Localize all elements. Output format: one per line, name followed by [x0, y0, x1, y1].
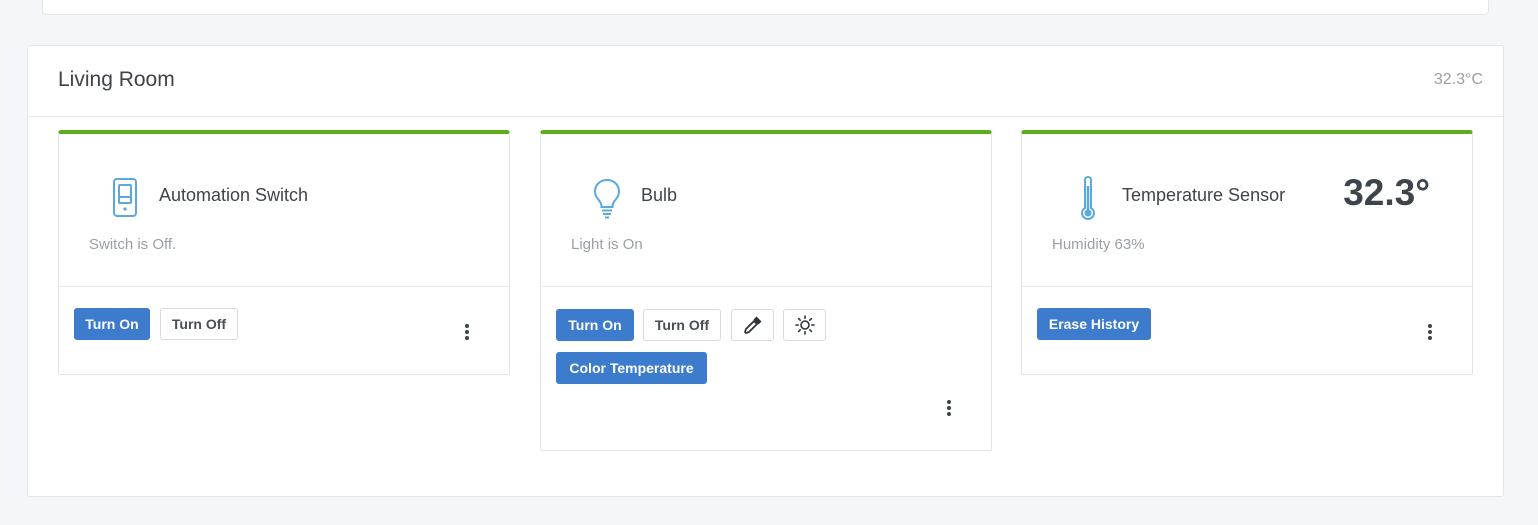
- more-options-icon[interactable]: [1422, 322, 1438, 342]
- bulb-icon: [593, 178, 621, 219]
- color-picker-button[interactable]: [731, 309, 774, 341]
- turn-on-button[interactable]: Turn On: [556, 309, 634, 341]
- device-name: Bulb: [641, 185, 678, 205]
- brightness-button[interactable]: [783, 309, 826, 341]
- more-options-icon[interactable]: [459, 322, 475, 342]
- device-card-bulb: Bulb Light is On Turn On Turn Off Color …: [540, 130, 992, 451]
- device-card-body: Bulb Light is On: [541, 134, 991, 287]
- more-options-icon[interactable]: [941, 398, 957, 418]
- room-header: Living Room 32.3°C: [28, 46, 1503, 117]
- device-card-temperature-sensor: Temperature Sensor Humidity 63% 32.3° Er…: [1021, 130, 1473, 375]
- switch-icon: [113, 178, 137, 217]
- device-status: Light is On: [571, 236, 643, 253]
- room-panel-living-room: Living Room 32.3°C Automation Switch Swi…: [27, 45, 1504, 497]
- device-card-automation-switch: Automation Switch Switch is Off. Turn On…: [58, 130, 510, 375]
- turn-off-button[interactable]: Turn Off: [643, 309, 721, 341]
- device-status: Humidity 63%: [1052, 236, 1145, 253]
- previous-room-panel: [42, 0, 1489, 15]
- device-status: Switch is Off.: [89, 236, 177, 253]
- room-title: Living Room: [58, 68, 175, 91]
- turn-on-button[interactable]: Turn On: [74, 308, 150, 340]
- temperature-reading: 32.3°: [1343, 172, 1430, 213]
- eyedropper-icon: [743, 316, 761, 334]
- device-name: Automation Switch: [159, 185, 309, 205]
- turn-off-button[interactable]: Turn Off: [160, 308, 238, 340]
- device-card-body: Automation Switch Switch is Off.: [59, 134, 509, 287]
- thermometer-icon: [1080, 176, 1096, 220]
- device-card-body: Temperature Sensor Humidity 63% 32.3°: [1022, 134, 1472, 287]
- device-name: Temperature Sensor: [1122, 185, 1286, 205]
- sun-icon: [794, 315, 815, 335]
- erase-history-button[interactable]: Erase History: [1037, 308, 1151, 340]
- color-temperature-button[interactable]: Color Temperature: [556, 352, 707, 384]
- room-temperature: 32.3°C: [1433, 71, 1483, 88]
